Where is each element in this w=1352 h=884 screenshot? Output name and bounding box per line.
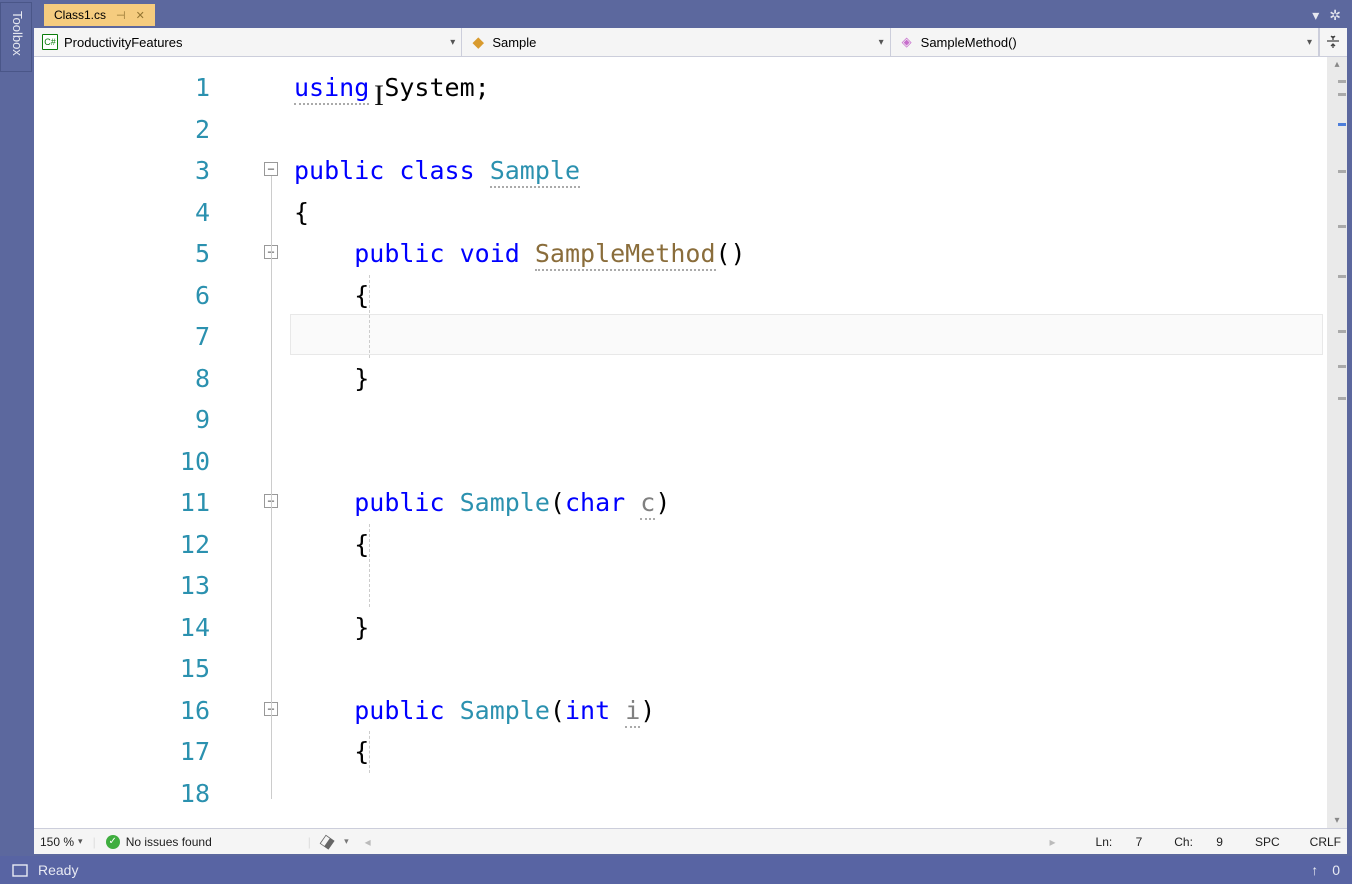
code-line[interactable]: public class Sample bbox=[294, 150, 1327, 192]
code-line[interactable]: { bbox=[294, 192, 1327, 234]
line-number: 17 bbox=[34, 731, 210, 773]
code-line[interactable]: using System; bbox=[294, 67, 1327, 109]
split-window-button[interactable] bbox=[1319, 28, 1347, 56]
line-number: 13 bbox=[34, 565, 210, 607]
line-value: 7 bbox=[1136, 835, 1143, 849]
code-line[interactable]: { bbox=[294, 275, 1327, 317]
scroll-down-arrow-icon[interactable]: ▾ bbox=[1327, 815, 1347, 826]
editor-margin bbox=[216, 57, 264, 828]
check-circle-icon: ✓ bbox=[106, 835, 120, 849]
zoom-value: 150 % bbox=[40, 835, 74, 849]
line-number: 15 bbox=[34, 648, 210, 690]
code-line[interactable] bbox=[294, 109, 1327, 151]
fold-toggle[interactable]: − bbox=[264, 162, 278, 176]
project-dropdown-label: ProductivityFeatures bbox=[64, 35, 183, 50]
chevron-down-icon: ▾ bbox=[344, 836, 349, 847]
publish-arrow-icon[interactable]: ↑ bbox=[1311, 862, 1318, 878]
split-icon bbox=[1325, 34, 1341, 50]
fold-column[interactable]: −−−− bbox=[264, 57, 294, 828]
code-line[interactable]: public Sample(char c) bbox=[294, 482, 1327, 524]
code-line[interactable] bbox=[294, 399, 1327, 441]
class-icon: ◆ bbox=[470, 34, 486, 50]
line-number: 1 bbox=[34, 67, 210, 109]
line-number: 8 bbox=[34, 358, 210, 400]
gear-icon[interactable]: ✲ bbox=[1329, 7, 1341, 24]
code-line[interactable] bbox=[294, 441, 1327, 483]
nav-prev-icon[interactable]: ◂ bbox=[365, 835, 371, 849]
editor-status-bar: 150 % ▾ | ✓ No issues found | ◨ ▾ ◂ ▸ Ln… bbox=[34, 828, 1347, 854]
file-tab-label: Class1.cs bbox=[54, 8, 106, 22]
code-line[interactable]: } bbox=[294, 607, 1327, 649]
class-dropdown-label: Sample bbox=[492, 35, 536, 50]
line-number: 11 bbox=[34, 482, 210, 524]
csharp-icon: C# bbox=[42, 34, 58, 50]
issues-indicator[interactable]: ✓ No issues found bbox=[106, 835, 212, 849]
toolbox-panel-tab[interactable]: Toolbox bbox=[0, 2, 32, 72]
chevron-down-icon: ▾ bbox=[78, 836, 83, 847]
method-icon: ◈ bbox=[899, 34, 915, 50]
zoom-dropdown[interactable]: 150 % ▾ bbox=[40, 835, 83, 849]
code-line[interactable]: public Sample(int i) bbox=[294, 690, 1327, 732]
line-number: 9 bbox=[34, 399, 210, 441]
line-number: 7 bbox=[34, 316, 210, 358]
code-line[interactable] bbox=[294, 773, 1327, 815]
scrollbar-markers bbox=[1337, 75, 1347, 810]
chevron-down-icon: ▾ bbox=[1307, 37, 1312, 48]
line-number: 6 bbox=[34, 275, 210, 317]
close-icon[interactable]: ✕ bbox=[136, 9, 145, 22]
file-tab-active[interactable]: Class1.cs ⊣ ✕ bbox=[44, 4, 155, 26]
code-line[interactable]: } bbox=[294, 358, 1327, 400]
issues-text: No issues found bbox=[126, 835, 212, 849]
publish-count: 0 bbox=[1332, 862, 1340, 878]
nav-next-icon[interactable]: ▸ bbox=[1050, 835, 1056, 849]
current-line-highlight bbox=[290, 314, 1323, 355]
project-dropdown[interactable]: C# ProductivityFeatures ▾ bbox=[34, 28, 462, 56]
text-cursor-icon: I bbox=[374, 79, 384, 113]
line-number: 10 bbox=[34, 441, 210, 483]
pin-icon[interactable]: ⊣ bbox=[116, 9, 126, 22]
line-number: 5 bbox=[34, 233, 210, 275]
code-area[interactable]: using System;public class Sample{ public… bbox=[294, 57, 1327, 828]
code-line[interactable]: { bbox=[294, 731, 1327, 773]
code-line[interactable]: { bbox=[294, 524, 1327, 566]
char-value: 9 bbox=[1216, 835, 1223, 849]
class-dropdown[interactable]: ◆ Sample ▾ bbox=[462, 28, 890, 56]
scroll-up-arrow-icon[interactable]: ▴ bbox=[1327, 59, 1347, 70]
line-ending-mode[interactable]: CRLF bbox=[1310, 835, 1341, 849]
vertical-scrollbar[interactable]: ▴ ▾ bbox=[1327, 57, 1347, 828]
chevron-down-icon: ▾ bbox=[450, 37, 455, 48]
line-number: 2 bbox=[34, 109, 210, 151]
line-number: 18 bbox=[34, 773, 210, 815]
code-line[interactable] bbox=[294, 565, 1327, 607]
window-icon bbox=[12, 863, 28, 877]
navigation-bar: C# ProductivityFeatures ▾ ◆ Sample ▾ ◈ S… bbox=[34, 28, 1347, 57]
line-label: Ln: bbox=[1096, 835, 1113, 849]
line-number: 4 bbox=[34, 192, 210, 234]
document-tab-bar: Class1.cs ⊣ ✕ ▾ ✲ bbox=[34, 2, 1347, 28]
chevron-down-icon: ▾ bbox=[879, 37, 884, 48]
char-label: Ch: bbox=[1174, 835, 1193, 849]
line-number: 16 bbox=[34, 690, 210, 732]
line-number: 14 bbox=[34, 607, 210, 649]
line-number: 12 bbox=[34, 524, 210, 566]
line-number-gutter: 1234567💡89101112131415161718 bbox=[34, 57, 216, 828]
code-line[interactable]: public void SampleMethod() bbox=[294, 233, 1327, 275]
code-line[interactable] bbox=[294, 648, 1327, 690]
member-dropdown-label: SampleMethod() bbox=[921, 35, 1017, 50]
indent-mode[interactable]: SPC bbox=[1255, 835, 1280, 849]
status-text: Ready bbox=[38, 862, 78, 878]
code-editor[interactable]: 1234567💡89101112131415161718 −−−− using … bbox=[34, 57, 1347, 828]
line-number: 3 bbox=[34, 150, 210, 192]
tab-dropdown-arrow-icon[interactable]: ▾ bbox=[1312, 7, 1319, 24]
member-dropdown[interactable]: ◈ SampleMethod() ▾ bbox=[891, 28, 1319, 56]
ide-status-bar: Ready ↑ 0 bbox=[0, 856, 1352, 884]
clear-icon[interactable]: ◨ bbox=[317, 831, 338, 853]
